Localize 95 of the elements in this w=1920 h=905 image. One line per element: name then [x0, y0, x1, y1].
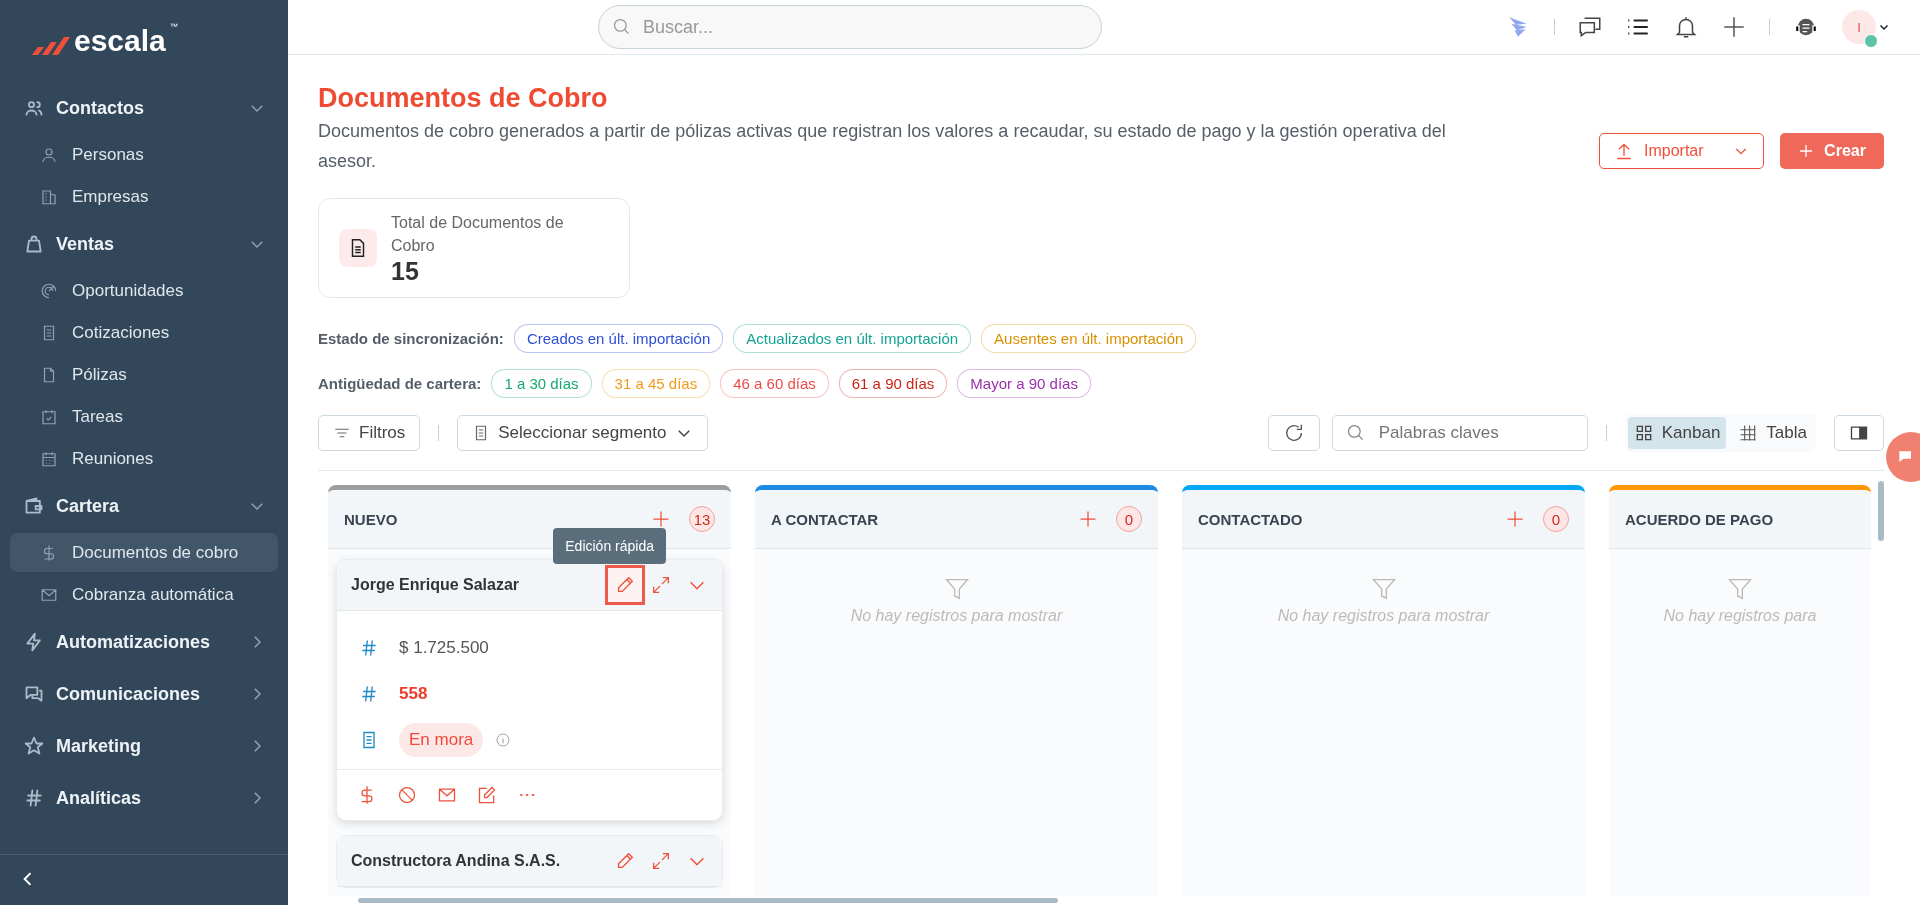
- sidebar-section[interactable]: Comunicaciones: [0, 670, 288, 718]
- sidebar-item[interactable]: Personas: [10, 135, 278, 174]
- pencil-button[interactable]: [605, 565, 645, 605]
- view-tab[interactable]: Tabla: [1732, 417, 1813, 449]
- target-icon: [40, 281, 58, 300]
- logo-text: escala: [74, 26, 166, 56]
- plus-icon[interactable]: [1721, 14, 1747, 40]
- star-icon: [24, 736, 44, 756]
- lightning-icon: [24, 632, 44, 652]
- column-title: NUEVO: [344, 510, 399, 528]
- hash-icon: [359, 638, 379, 658]
- ban-icon[interactable]: [397, 785, 417, 805]
- card-title: Constructora Andina S.A.S.: [351, 852, 562, 870]
- info-icon[interactable]: [495, 732, 512, 748]
- logo-icon: [30, 36, 70, 56]
- building-icon: [40, 187, 58, 206]
- filter-chip[interactable]: 46 a 60 días: [720, 369, 829, 398]
- person-icon: [40, 145, 58, 164]
- section-label: Contactos: [56, 97, 145, 119]
- calendar-icon: [40, 449, 58, 468]
- filters-button[interactable]: Filtros: [318, 415, 421, 451]
- expand-icon[interactable]: [650, 574, 672, 596]
- scrollbar[interactable]: [358, 898, 1058, 903]
- summary-value: 15: [391, 256, 420, 286]
- chat-icon: [24, 684, 44, 704]
- scrollbar[interactable]: [1878, 481, 1884, 541]
- filter-chip[interactable]: 61 a 90 días: [838, 369, 948, 398]
- column-title: A CONTACTAR: [771, 510, 880, 528]
- bell-icon[interactable]: [1673, 14, 1699, 40]
- column-title: CONTACTADO: [1198, 510, 1304, 528]
- section-label: Analíticas: [56, 787, 143, 809]
- hash-icon: [359, 684, 379, 704]
- edit-icon[interactable]: [477, 785, 497, 805]
- search-icon: [1345, 423, 1366, 443]
- sidebar-section[interactable]: Analíticas: [0, 774, 288, 822]
- empty-message: No hay registros para: [1663, 607, 1817, 625]
- count-badge: 0: [1116, 506, 1142, 532]
- search-field[interactable]: Buscar...: [598, 5, 1102, 49]
- sidebar-item[interactable]: Cobranza automática: [10, 575, 278, 614]
- section-label: Ventas: [56, 233, 116, 255]
- count-badge: 0: [1543, 506, 1569, 532]
- add-icon[interactable]: [1078, 509, 1098, 529]
- segment-select[interactable]: Seleccionar segmento: [457, 415, 708, 451]
- sidebar-item[interactable]: Cotizaciones: [10, 313, 278, 352]
- tooltip: Edición rápida: [553, 528, 666, 564]
- columns-button[interactable]: [1834, 415, 1884, 451]
- sidebar-item[interactable]: Documentos de cobro: [10, 533, 278, 572]
- sidebar-section[interactable]: Cartera: [0, 482, 288, 530]
- filter-chip[interactable]: Mayor a 90 días: [957, 369, 1091, 398]
- import-button[interactable]: Importar: [1599, 133, 1764, 169]
- section-label: Automatizaciones: [56, 631, 212, 653]
- card-title: Jorge Enrique Salazar: [351, 576, 521, 594]
- section-label: Cartera: [56, 495, 121, 517]
- bag-icon: [24, 234, 44, 254]
- column-title: ACUERDO DE PAGO: [1625, 510, 1775, 528]
- table-icon: [1738, 423, 1759, 443]
- record-card[interactable]: Constructora Andina S.A.S.: [336, 835, 723, 888]
- sidebar-section[interactable]: Automatizaciones: [0, 618, 288, 666]
- sidebar-item[interactable]: Tareas: [10, 397, 278, 436]
- view-tab[interactable]: Kanban: [1627, 417, 1727, 449]
- expand-icon[interactable]: [650, 850, 672, 872]
- document-number: 558: [399, 684, 428, 704]
- keyword-search-field[interactable]: Palabras claves: [1331, 415, 1588, 451]
- empty-message: No hay registros para mostrar: [1277, 607, 1490, 625]
- page-description: Documentos de cobro generados a partir de pólizas activas que registran los valores a recaudar, su estado de pago y la gestión operativa del asesor.: [318, 120, 1447, 173]
- status-badge: En mora: [399, 723, 484, 757]
- refresh-button[interactable]: [1267, 415, 1320, 451]
- document-icon: [339, 229, 377, 267]
- filter-label: Estado de sincronización:: [318, 330, 504, 347]
- filter-chip[interactable]: Creados en últ. importación: [513, 324, 724, 353]
- empty-message: No hay registros para mostrar: [850, 607, 1063, 625]
- sidebar-item[interactable]: Reuniones: [10, 439, 278, 478]
- sidebar-section[interactable]: Ventas: [0, 220, 288, 268]
- trademark-mark: ™: [169, 22, 178, 31]
- calendar-check-icon: [40, 407, 58, 426]
- filter-label: Antigüedad de cartera:: [318, 375, 482, 392]
- sidebar-item[interactable]: Pólizas: [10, 355, 278, 394]
- plus-icon: [1798, 143, 1815, 159]
- amount-value: $ 1.725.500: [399, 638, 489, 658]
- sidebar-item[interactable]: Oportunidades: [10, 271, 278, 310]
- hash-icon: [24, 788, 44, 808]
- people-icon: [24, 98, 44, 118]
- count-badge: 13: [689, 506, 715, 532]
- section-label: Comunicaciones: [56, 683, 202, 705]
- upload-icon: [1614, 141, 1634, 161]
- sidebar-section[interactable]: Contactos: [0, 84, 288, 132]
- add-icon[interactable]: [1505, 509, 1525, 529]
- add-icon[interactable]: [651, 509, 671, 529]
- summary-label: Total de Documentos de Cobro: [391, 212, 565, 256]
- sidebar-item[interactable]: Empresas: [10, 177, 278, 216]
- page-title: Documentos de Cobro: [318, 83, 609, 114]
- section-label: Marketing: [56, 735, 143, 757]
- search-icon: [612, 17, 632, 37]
- sidebar-section[interactable]: Marketing: [0, 722, 288, 770]
- wallet-icon: [24, 496, 44, 516]
